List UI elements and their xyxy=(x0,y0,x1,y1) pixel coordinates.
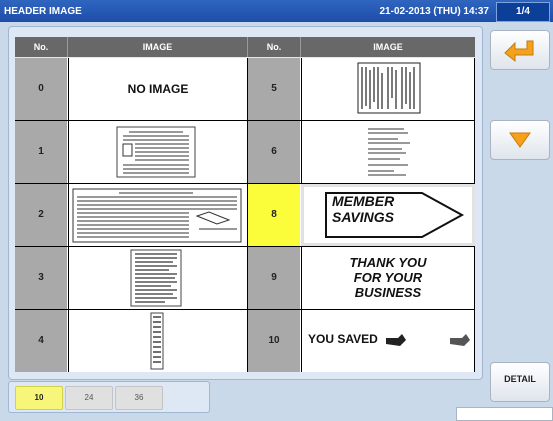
title-bar: HEADER IMAGE 21-02-2013 (THU) 14:37 1/4 xyxy=(0,0,553,22)
member-savings-text: MEMBER SAVINGS xyxy=(332,193,394,225)
image-number-cell-selected[interactable]: 8 xyxy=(248,184,301,246)
image-preview-cell[interactable] xyxy=(68,184,248,246)
you-saved-text: YOU SAVED xyxy=(308,332,378,346)
back-button[interactable] xyxy=(490,30,550,70)
datetime-display: 21-02-2013 (THU) 14:37 xyxy=(379,6,490,17)
image-number-cell[interactable]: 6 xyxy=(248,121,301,183)
document-thumbnail-icon xyxy=(72,188,242,243)
column-header-no-right: No. xyxy=(248,37,301,57)
table-row: 0 NO IMAGE 5 xyxy=(15,58,475,120)
image-number-cell[interactable]: 3 xyxy=(15,247,68,309)
image-preview-cell[interactable]: NO IMAGE xyxy=(68,58,248,120)
column-header-no-left: No. xyxy=(15,37,68,57)
savings-text: SAVINGS xyxy=(332,209,394,225)
image-number-cell[interactable]: 1 xyxy=(15,121,68,183)
pointing-hand-icon xyxy=(386,334,470,346)
column-header-image-left: IMAGE xyxy=(68,37,248,57)
table-row: 3 9 THANK YOU FOR YOUR BUSINESS xyxy=(15,247,475,309)
chevron-down-icon xyxy=(509,132,531,148)
window-title: HEADER IMAGE xyxy=(4,6,82,17)
image-preview-cell[interactable] xyxy=(68,121,248,183)
image-preview-cell[interactable] xyxy=(301,121,475,183)
status-field xyxy=(456,407,553,421)
document-thumbnail-icon xyxy=(116,126,196,178)
image-preview-cell[interactable] xyxy=(301,58,475,120)
image-preview-cell-selected[interactable]: MEMBER SAVINGS xyxy=(301,184,475,246)
image-number-cell[interactable]: 2 xyxy=(15,184,68,246)
business-line: BUSINESS xyxy=(354,285,422,300)
table-row: 2 8 MEMBER SAVINGS xyxy=(15,184,475,246)
size-option-24[interactable]: 24 xyxy=(65,386,113,410)
size-option-36[interactable]: 36 xyxy=(115,386,163,410)
thank-you-text: THANK YOU FOR YOUR BUSINESS xyxy=(302,247,474,300)
size-selector: 10 24 36 xyxy=(8,381,210,413)
column-header-image-right: IMAGE xyxy=(301,37,475,57)
thank-you-line: THANK YOU xyxy=(349,255,427,270)
table-row: 4 10 YOU SAVED xyxy=(15,310,475,372)
document-thumbnail-icon xyxy=(357,62,421,114)
image-table-panel: No. IMAGE No. IMAGE 0 NO IMAGE 5 1 6 2 8… xyxy=(8,26,483,380)
image-number-cell[interactable]: 5 xyxy=(248,58,301,120)
image-number-cell[interactable]: 0 xyxy=(15,58,68,120)
image-preview-cell[interactable]: THANK YOU FOR YOUR BUSINESS xyxy=(301,247,475,309)
document-thumbnail-icon xyxy=(368,128,410,176)
size-option-10[interactable]: 10 xyxy=(15,386,63,410)
document-thumbnail-icon xyxy=(130,249,182,307)
for-your-line: FOR YOUR xyxy=(353,270,423,285)
table-row: 1 6 xyxy=(15,121,475,183)
image-preview-cell[interactable] xyxy=(68,310,248,372)
member-text: MEMBER xyxy=(332,193,395,209)
image-number-cell[interactable]: 9 xyxy=(248,247,301,309)
image-number-cell[interactable]: 4 xyxy=(15,310,68,372)
document-thumbnail-icon xyxy=(150,312,164,370)
no-image-label: NO IMAGE xyxy=(127,82,189,96)
return-arrow-icon xyxy=(504,40,534,63)
image-number-cell[interactable]: 10 xyxy=(248,310,301,372)
image-grid: No. IMAGE No. IMAGE 0 NO IMAGE 5 1 6 2 8… xyxy=(15,37,475,372)
page-indicator: 1/4 xyxy=(496,2,550,22)
scroll-down-button[interactable] xyxy=(490,120,550,160)
detail-button[interactable]: DETAIL xyxy=(490,362,550,402)
image-preview-cell[interactable] xyxy=(68,247,248,309)
image-preview-cell[interactable]: YOU SAVED xyxy=(301,310,475,372)
